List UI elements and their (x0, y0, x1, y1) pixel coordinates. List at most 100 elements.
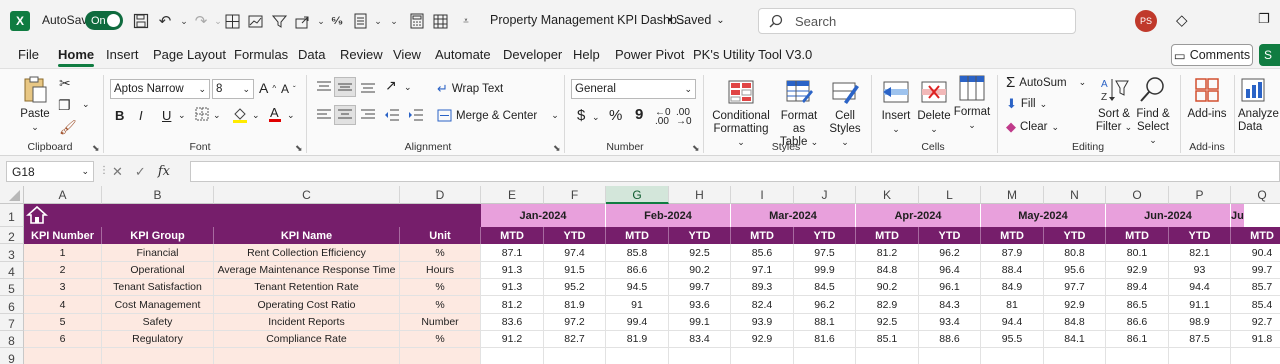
kpi-value-cell[interactable]: 81.2 (856, 244, 919, 262)
align-bottom-icon[interactable] (360, 80, 376, 94)
kpi-group-cell[interactable]: Safety (102, 314, 214, 331)
kpi-value-cell[interactable]: 97.5 (794, 244, 856, 262)
empty-cell[interactable] (1169, 348, 1231, 364)
kpi-value-cell[interactable]: 93 (1169, 262, 1231, 279)
font-size-select[interactable]: 8 ⌄ (212, 79, 254, 99)
empty-cell[interactable] (400, 348, 481, 364)
kpi-value-cell[interactable]: 96.1 (919, 279, 981, 296)
tab-view[interactable]: View (393, 47, 421, 62)
kpi-value-cell[interactable]: 81.2 (481, 296, 544, 314)
kpi-name-cell[interactable]: Tenant Retention Rate (214, 279, 400, 296)
empty-cell[interactable] (24, 348, 102, 364)
kpi-value-cell[interactable]: 92.5 (856, 314, 919, 331)
font-launcher-icon[interactable]: ⬊ (295, 143, 303, 154)
row-header-6[interactable]: 6 (0, 296, 24, 314)
restore-window-icon[interactable]: ❐ (1258, 11, 1270, 27)
font-name-select[interactable]: Aptos Narrow ⌄ (110, 79, 210, 99)
kpi-value-cell[interactable]: 80.8 (1044, 244, 1106, 262)
decrease-font-icon[interactable]: Aˇ (281, 82, 296, 96)
kpi-value-cell[interactable]: 84.8 (1044, 314, 1106, 331)
analyze-data-button[interactable]: Analyze Data (1238, 75, 1280, 134)
kpi-value-cell[interactable]: 97.2 (544, 314, 606, 331)
align-center-icon[interactable] (334, 105, 356, 125)
column-header-n[interactable]: N (1044, 186, 1106, 204)
kpi-value-cell[interactable]: 82.9 (856, 296, 919, 314)
kpi-value-cell[interactable]: 91.1 (1169, 296, 1231, 314)
kpi-value-cell[interactable]: 82.1 (1169, 244, 1231, 262)
kpi-value-cell[interactable]: 84.9 (981, 279, 1044, 296)
tab-power-pivot[interactable]: Power Pivot (615, 47, 684, 62)
kpi-group-cell[interactable]: Operational (102, 262, 214, 279)
kpi-value-cell[interactable]: 91.2 (481, 331, 544, 348)
kpi-value-cell[interactable]: 87.9 (981, 244, 1044, 262)
kpi-value-cell[interactable]: 89.3 (731, 279, 794, 296)
kpi-group-cell[interactable]: Financial (102, 244, 214, 262)
row-header-8[interactable]: 8 (0, 331, 24, 348)
currency-dropdown-icon[interactable]: ⌄ (592, 112, 600, 123)
kpi-value-cell[interactable]: 89.4 (1106, 279, 1169, 296)
paste-button[interactable]: Paste ⌄ (20, 75, 50, 134)
tab-developer[interactable]: Developer (503, 47, 562, 62)
cancel-icon[interactable]: ✕ (112, 164, 123, 180)
increase-decimal-icon[interactable]: ←0.00 (655, 108, 671, 127)
kpi-value-cell[interactable]: 86.1 (1106, 331, 1169, 348)
column-header-c[interactable]: C (214, 186, 400, 204)
empty-cell[interactable] (981, 348, 1044, 364)
kpi-value-cell[interactable]: 99.1 (669, 314, 731, 331)
tab-automate[interactable]: Automate (435, 47, 491, 62)
column-header-o[interactable]: O (1106, 186, 1169, 204)
number-format-select[interactable]: General ⌄ (571, 79, 696, 99)
chart-picture-icon[interactable] (246, 11, 266, 31)
kpi-value-cell[interactable]: 81 (981, 296, 1044, 314)
delete-cells-button[interactable]: Delete ⌄ (916, 77, 952, 136)
align-left-icon[interactable] (316, 108, 332, 122)
document-title[interactable]: Property Management KPI Dashb... (490, 13, 687, 27)
wrap-text-button[interactable]: ↵ Wrap Text (437, 81, 503, 97)
currency-button[interactable]: $ (577, 107, 585, 124)
kpi-value-cell[interactable]: 80.1 (1106, 244, 1169, 262)
insert-cells-button[interactable]: Insert ⌄ (879, 77, 913, 136)
comments-button[interactable]: ▭ Comments (1171, 44, 1253, 66)
format-as-table-button[interactable]: Format as Table ⌄ (774, 77, 824, 149)
kpi-value-cell[interactable]: 84.3 (919, 296, 981, 314)
cut-icon[interactable]: ✂ (59, 75, 71, 92)
autosum-button[interactable]: Σ AutoSum ⌄ (1006, 74, 1086, 91)
kpi-value-cell[interactable]: 91 (606, 296, 669, 314)
kpi-value-cell[interactable]: 81.6 (794, 331, 856, 348)
tab-help[interactable]: Help (573, 47, 600, 62)
row-header-4[interactable]: 4 (0, 262, 24, 279)
kpi-value-cell[interactable]: 94.4 (981, 314, 1044, 331)
kpi-value-cell[interactable]: 91.5 (544, 262, 606, 279)
kpi-num-cell[interactable]: 2 (24, 262, 102, 279)
kpi-num-cell[interactable]: 3 (24, 279, 102, 296)
align-top-icon[interactable] (316, 80, 332, 94)
kpi-value-cell[interactable]: 91.3 (481, 279, 544, 296)
kpi-value-cell[interactable]: 84.8 (856, 262, 919, 279)
kpi-num-cell[interactable]: 4 (24, 296, 102, 314)
kpi-name-cell[interactable]: Incident Reports (214, 314, 400, 331)
column-header-i[interactable]: I (731, 186, 794, 204)
empty-cell[interactable] (1106, 348, 1169, 364)
kpi-value-cell[interactable]: 88.4 (981, 262, 1044, 279)
kpi-value-cell[interactable]: 85.8 (606, 244, 669, 262)
empty-cell[interactable] (544, 348, 606, 364)
kpi-group-cell[interactable]: Tenant Satisfaction (102, 279, 214, 296)
column-header-g[interactable]: G (606, 186, 669, 204)
column-header-k[interactable]: K (856, 186, 919, 204)
decrease-indent-icon[interactable] (384, 108, 400, 122)
kpi-value-cell[interactable]: 82.4 (731, 296, 794, 314)
kpi-value-cell[interactable]: 93.6 (669, 296, 731, 314)
kpi-value-cell[interactable]: 93.4 (919, 314, 981, 331)
kpi-num-cell[interactable]: 6 (24, 331, 102, 348)
kpi-value-cell[interactable]: 82.7 (544, 331, 606, 348)
kpi-value-cell[interactable]: 96.2 (794, 296, 856, 314)
alignment-launcher-icon[interactable]: ⬊ (553, 143, 561, 154)
kpi-value-cell[interactable]: 85.1 (856, 331, 919, 348)
empty-cell[interactable] (1231, 348, 1280, 364)
kpi-value-cell[interactable]: 99.7 (669, 279, 731, 296)
clear-button[interactable]: ◆ Clear ⌄ (1006, 119, 1059, 135)
empty-cell[interactable] (606, 348, 669, 364)
grid-icon[interactable] (430, 11, 450, 31)
column-header-q[interactable]: Q (1231, 186, 1280, 204)
copy-icon[interactable]: ❐ (58, 97, 71, 114)
